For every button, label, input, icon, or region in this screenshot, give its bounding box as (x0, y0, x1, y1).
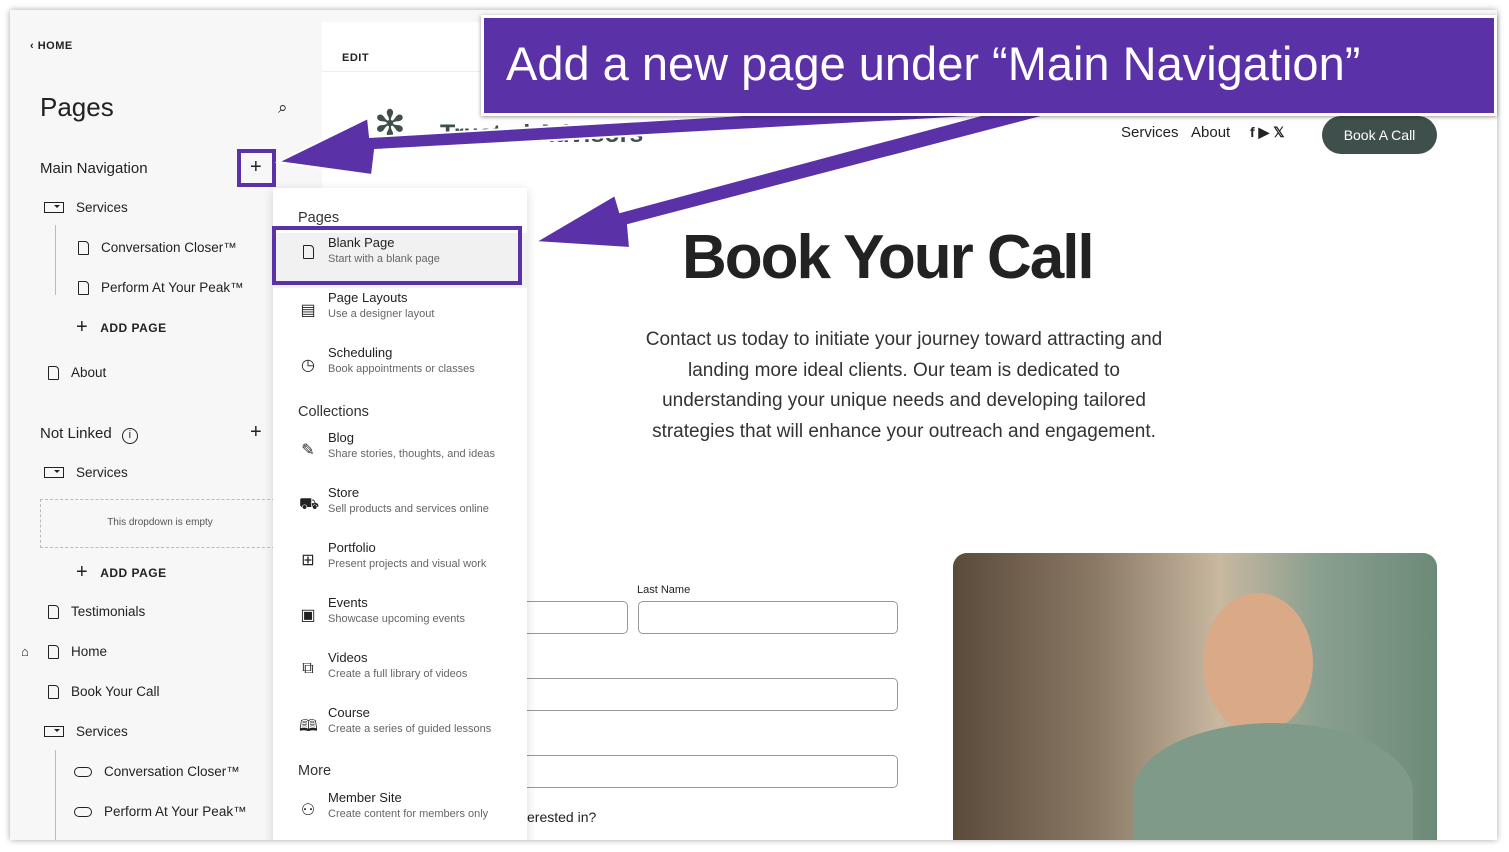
instruction-banner: Add a new page under “Main Navigation” (481, 15, 1497, 116)
annotation-arrows (274, 98, 1061, 250)
